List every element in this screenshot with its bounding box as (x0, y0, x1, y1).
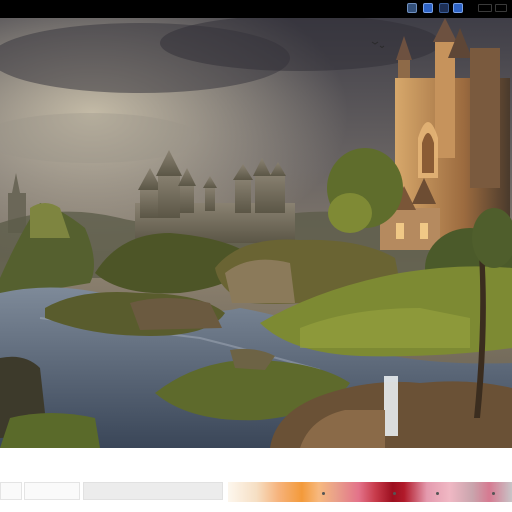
window-icon[interactable] (407, 3, 417, 13)
castle-landscape-image (0, 18, 512, 448)
maximize-icon[interactable] (495, 4, 507, 12)
gradient-marker[interactable] (436, 492, 439, 495)
minimize-icon[interactable] (478, 4, 492, 12)
input-field-2[interactable] (24, 482, 80, 500)
gradient-marker[interactable] (393, 492, 396, 495)
status-text (2, 464, 132, 469)
input-field-3[interactable] (83, 482, 223, 500)
image-canvas[interactable] (0, 18, 512, 448)
color-gradient-strip[interactable] (228, 482, 512, 502)
window-icon-dark[interactable] (439, 3, 449, 13)
top-toolbar (0, 0, 512, 18)
window-icon-active[interactable] (453, 3, 463, 13)
window-icon-active[interactable] (423, 3, 433, 13)
input-field-1[interactable] (0, 482, 22, 500)
gradient-marker[interactable] (322, 492, 325, 495)
bottom-panel (0, 448, 512, 512)
gradient-marker[interactable] (492, 492, 495, 495)
